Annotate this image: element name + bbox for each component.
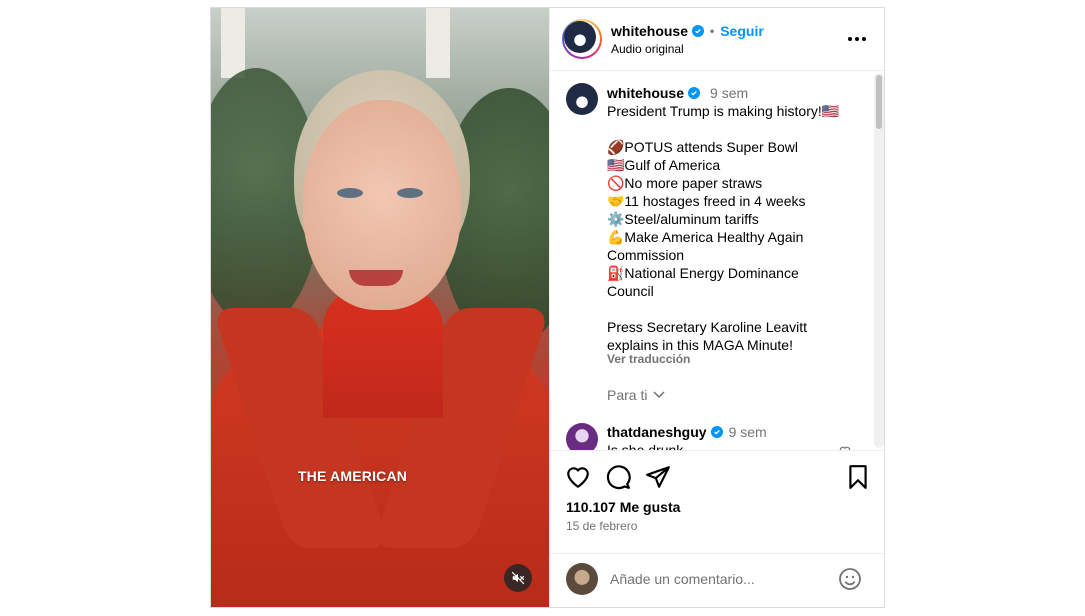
comment-time: 9 sem [728, 424, 767, 440]
reel-video[interactable]: THE AMERICAN [211, 8, 549, 607]
mouth [349, 270, 403, 286]
comment-username[interactable]: thatdaneshguy [607, 424, 707, 440]
comments-section[interactable]: whitehouse 9 sem President Trump is maki… [550, 71, 886, 450]
audio-label[interactable]: Audio original [611, 42, 684, 56]
caption-line [607, 300, 869, 318]
follow-button[interactable]: Seguir [720, 23, 764, 39]
caption-line [607, 120, 869, 138]
speaker-muted-icon [511, 571, 525, 585]
caption-time: 9 sem [710, 85, 749, 101]
background-column [221, 8, 245, 78]
chevron-down-icon [653, 391, 665, 399]
caption-text: President Trump is making history!🇺🇸 🏈PO… [607, 102, 869, 354]
share-paper-plane-icon[interactable] [645, 464, 671, 490]
like-heart-icon[interactable] [565, 464, 591, 490]
bookmark-icon[interactable] [845, 464, 871, 490]
for-you-label: Para ti [607, 387, 648, 403]
eye [397, 188, 423, 198]
emoji-smiley-icon[interactable] [838, 567, 862, 591]
caption-line: 💪Make America Healthy Again [607, 229, 804, 245]
caption-line: 🤝11 hostages freed in 4 weeks [607, 193, 806, 209]
comment-input[interactable] [610, 568, 830, 590]
post-header: whitehouse • Seguir Audio original [550, 8, 886, 71]
current-user-avatar [566, 563, 598, 595]
verified-badge-icon [692, 25, 705, 37]
caption-line: President Trump is making history!🇺🇸 [607, 103, 840, 119]
comment-text: Is she drunk [607, 442, 684, 450]
comment-bubble-icon[interactable] [605, 464, 631, 490]
instagram-post: THE AMERICAN whitehouse • Seguir Audio o… [210, 7, 886, 608]
caption-line: Press Secretary Karoline Leavitt [607, 319, 807, 335]
scrollbar-thumb[interactable] [876, 75, 882, 129]
commenter-avatar[interactable] [566, 423, 598, 450]
whitehouse-logo-icon[interactable] [566, 83, 598, 115]
caption-line: ⚙️Steel/aluminum tariffs [607, 211, 759, 227]
for-you-dropdown[interactable]: Para ti [607, 387, 665, 403]
more-options-icon[interactable] [848, 32, 866, 46]
mute-button[interactable] [504, 564, 532, 592]
post-date: 15 de febrero [566, 519, 638, 533]
post-actions: 110.107 Me gusta 15 de febrero [550, 450, 886, 568]
post-side-panel: whitehouse • Seguir Audio original white… [549, 8, 886, 607]
caption-line: 🏈POTUS attends Super Bowl [607, 139, 798, 155]
comments-scrollbar[interactable] [874, 73, 884, 448]
caption-line: ⛽National Energy Dominance [607, 265, 799, 281]
separator-dot: • [710, 24, 715, 38]
see-translation-link[interactable]: Ver traducción [607, 352, 690, 366]
video-caption: THE AMERICAN [297, 468, 408, 484]
add-comment-bar [550, 553, 886, 607]
whitehouse-logo-icon [564, 21, 596, 53]
background-column [426, 8, 450, 78]
likes-count[interactable]: 110.107 Me gusta [566, 499, 680, 515]
caption-line: Council [607, 283, 654, 299]
caption-line: 🚫No more paper straws [607, 175, 763, 191]
caption-username[interactable]: whitehouse [607, 85, 684, 101]
verified-badge-icon [688, 87, 701, 99]
story-ring-avatar[interactable] [562, 19, 602, 59]
header-username[interactable]: whitehouse [611, 23, 688, 39]
verified-badge-icon [710, 426, 723, 438]
eye [337, 188, 363, 198]
caption-line: Commission [607, 247, 685, 263]
caption-line: 🇺🇸Gulf of America [607, 157, 721, 173]
